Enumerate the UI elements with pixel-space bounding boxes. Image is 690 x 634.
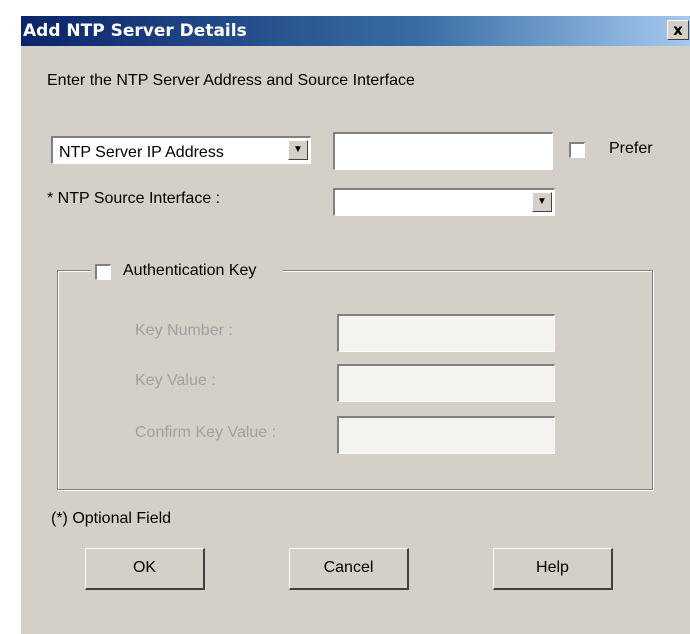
chevron-down-icon[interactable]: ▼ [532, 192, 552, 212]
ok-button[interactable]: OK [85, 548, 205, 590]
help-button[interactable]: Help [493, 548, 613, 590]
confirm-key-value-input[interactable] [337, 416, 555, 454]
close-button[interactable]: x [667, 20, 689, 40]
authentication-legend: Authentication Key [91, 260, 283, 284]
optional-field-note: (*) Optional Field [51, 510, 172, 527]
dialog-title: Add NTP Server Details [23, 21, 247, 41]
source-interface-select[interactable]: ▼ [333, 188, 555, 216]
confirm-key-value-label: Confirm Key Value : [135, 424, 277, 441]
prefer-checkbox[interactable] [569, 142, 585, 158]
key-value-label: Key Value : [135, 372, 216, 389]
authentication-key-label: Authentication Key [123, 262, 257, 279]
instruction-text: Enter the NTP Server Address and Source … [47, 72, 415, 89]
ntp-server-address-input[interactable] [333, 132, 553, 170]
dialog-window: Add NTP Server Details x Enter the NTP S… [20, 16, 690, 634]
key-number-input[interactable] [337, 314, 555, 352]
key-number-label: Key Number : [135, 322, 233, 339]
key-value-input[interactable] [337, 364, 555, 402]
prefer-label: Prefer [609, 140, 653, 157]
title-bar: Add NTP Server Details x [21, 16, 690, 46]
address-type-select[interactable]: NTP Server IP Address ▼ [51, 136, 311, 164]
source-interface-label: * NTP Source Interface : [47, 190, 221, 207]
authentication-key-checkbox[interactable] [95, 264, 111, 280]
cancel-button[interactable]: Cancel [289, 548, 409, 590]
chevron-down-icon[interactable]: ▼ [288, 140, 308, 160]
address-type-value: NTP Server IP Address [59, 144, 224, 161]
